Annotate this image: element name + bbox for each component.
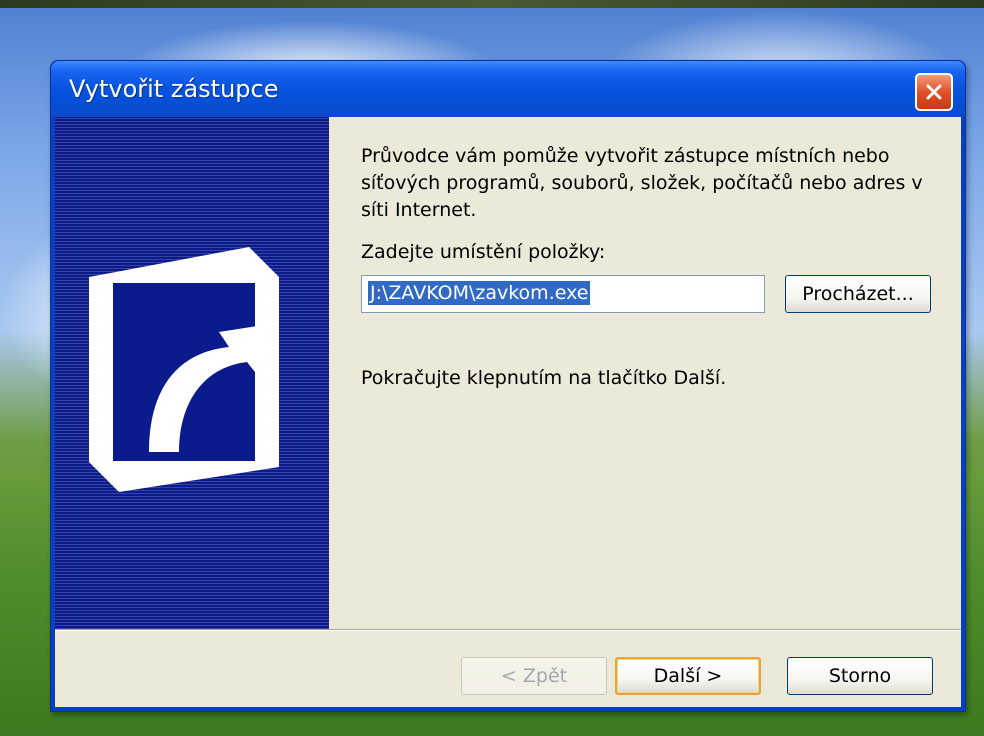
browse-button[interactable]: Procházet... bbox=[785, 275, 931, 313]
wizard-description: Průvodce vám pomůže vytvořit zástupce mí… bbox=[361, 145, 923, 221]
continue-hint: Pokračujte klepnutím na tlačítko Další. bbox=[361, 367, 727, 389]
desktop-top-strip bbox=[0, 0, 984, 8]
window-title: Vytvořit zástupce bbox=[69, 75, 279, 103]
title-bar[interactable]: Vytvořit zástupce bbox=[51, 61, 965, 117]
footer-divider bbox=[55, 629, 961, 631]
next-button[interactable]: Další > bbox=[615, 657, 761, 695]
location-label: Zadejte umístění položky: bbox=[361, 241, 606, 263]
dialog-content: Průvodce vám pomůže vytvořit zástupce mí… bbox=[55, 117, 961, 707]
close-icon bbox=[926, 84, 942, 100]
cancel-button[interactable]: Storno bbox=[787, 657, 933, 695]
wizard-sidebar bbox=[55, 117, 329, 629]
location-input-value: J:\ZAVKOM\zavkom.exe bbox=[368, 281, 591, 305]
close-button[interactable] bbox=[915, 73, 953, 111]
back-button[interactable]: < Zpět bbox=[461, 657, 607, 695]
create-shortcut-dialog: Vytvořit zástupce Průvodce vám pomůže vy… bbox=[50, 60, 966, 712]
location-input[interactable]: J:\ZAVKOM\zavkom.exe bbox=[361, 275, 765, 313]
shortcut-arrow-icon bbox=[89, 247, 279, 492]
